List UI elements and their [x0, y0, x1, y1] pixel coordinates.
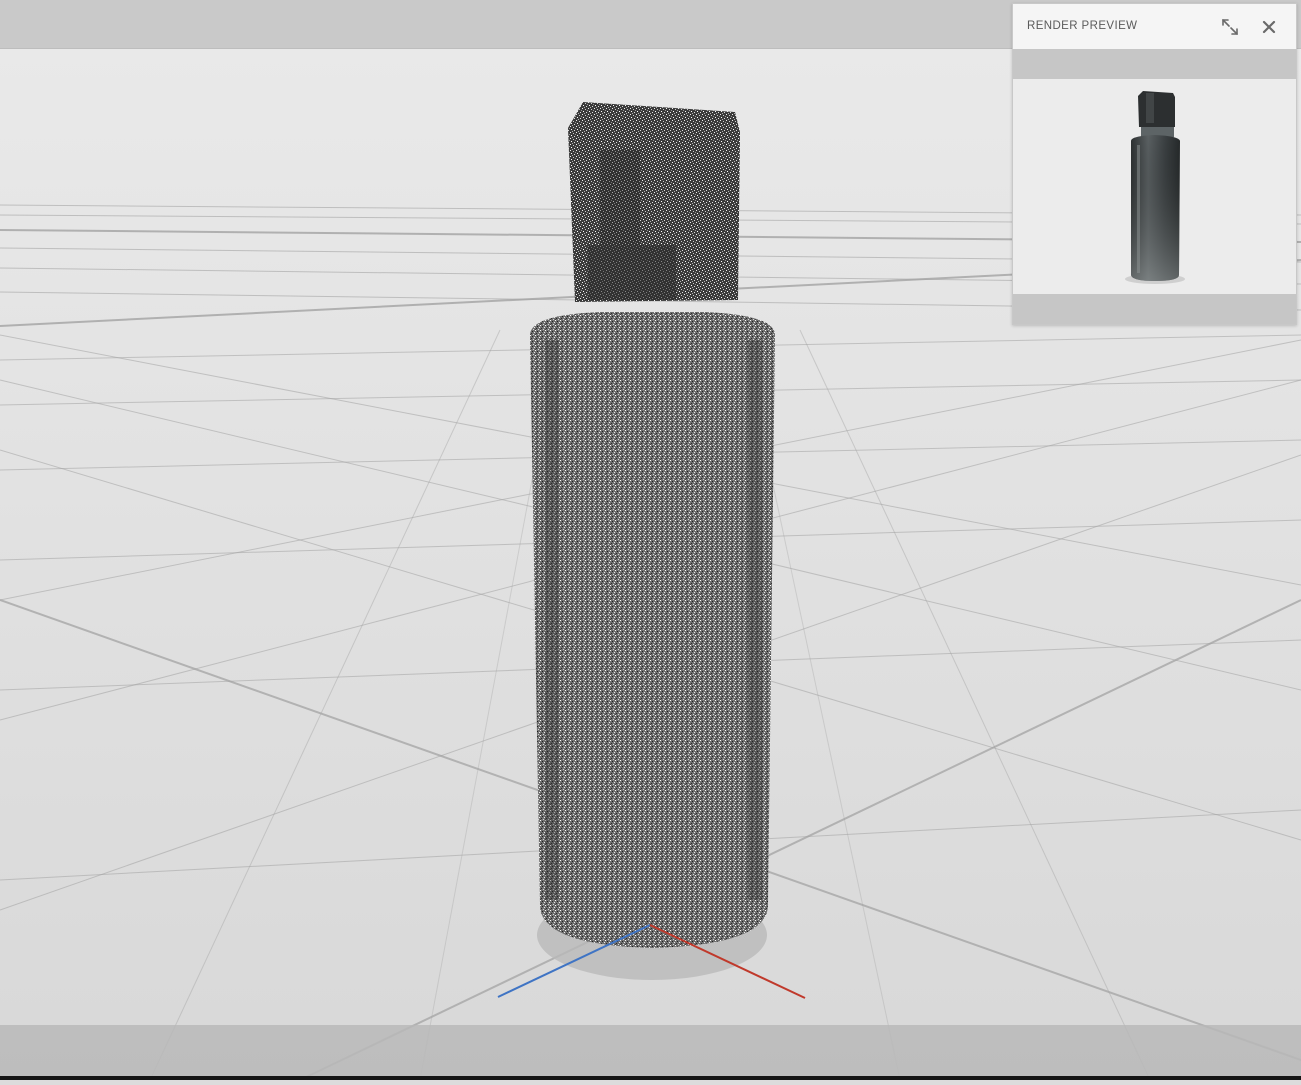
viewport-bottom-bar — [0, 1025, 1301, 1076]
render-preview-title: RENDER PREVIEW — [1027, 20, 1138, 32]
preview-cap — [1138, 91, 1175, 127]
preview-letterbox-bottom — [1013, 294, 1296, 324]
window-bottom-edge — [0, 1076, 1301, 1080]
expand-preview-button[interactable] — [1218, 15, 1242, 39]
close-x-icon — [1262, 20, 1276, 34]
preview-letterbox-top — [1013, 49, 1296, 79]
render-preview-header: RENDER PREVIEW — [1013, 4, 1296, 49]
render-preview-image — [1013, 79, 1296, 294]
preview-bottle-render — [1125, 91, 1185, 284]
expand-arrows-icon — [1222, 19, 1238, 35]
render-preview-panel: RENDER PREVIEW — [1012, 3, 1297, 325]
close-preview-button[interactable] — [1257, 15, 1281, 39]
